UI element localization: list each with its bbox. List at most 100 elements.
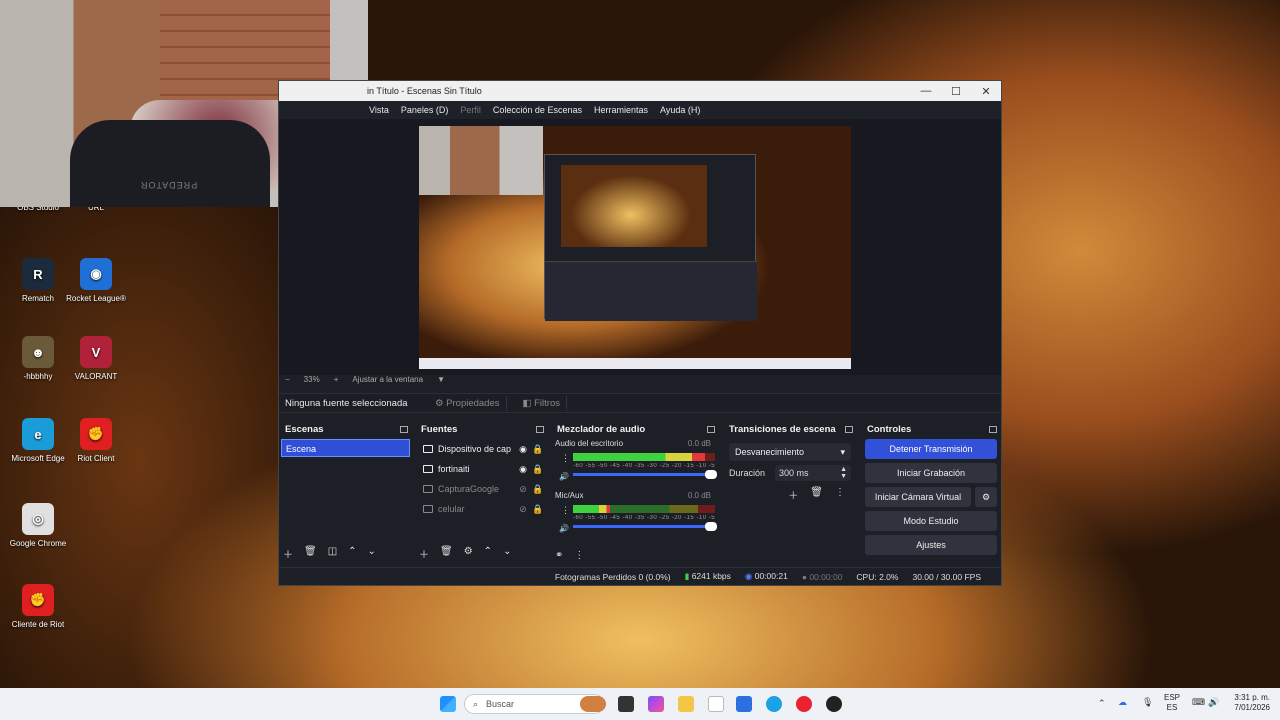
volume-slider[interactable] (573, 522, 717, 531)
undock-icon[interactable] (845, 425, 853, 433)
move-down-icon[interactable]: ⌄ (503, 546, 511, 561)
stop-stream-button[interactable]: Detener Transmisión (865, 439, 997, 459)
language-indicator[interactable]: ESP ES (1164, 693, 1180, 713)
delete-icon[interactable]: 🗑 (440, 546, 453, 561)
chevron-down-icon[interactable]: ▼ (437, 375, 445, 384)
cloud-icon[interactable]: ☁ (1118, 697, 1127, 708)
menu-item[interactable]: Paneles (D) (401, 105, 449, 115)
windows-start-icon[interactable] (440, 696, 456, 712)
stream-icon: ◉ (744, 571, 753, 581)
kebab-icon[interactable]: ⋮ (561, 505, 570, 516)
widget-icon[interactable] (580, 696, 606, 712)
menu-bar: Vista Paneles (D) Perfil Colección de Escen… (279, 101, 1001, 119)
volume-slider[interactable] (573, 470, 717, 479)
filter-icon[interactable]: ◫ (328, 546, 337, 561)
source-row[interactable]: fortinaiti ◉ 🔒 (417, 459, 546, 479)
start-recording-button[interactable]: Iniciar Grabación (865, 463, 997, 483)
undock-icon[interactable] (989, 425, 997, 433)
scene-item[interactable]: Escena (281, 439, 410, 457)
edge-icon[interactable] (766, 696, 782, 712)
lock-icon[interactable]: 🔒 (532, 444, 543, 455)
eye-icon[interactable]: ◉ (518, 444, 528, 455)
fit-window-select[interactable]: Ajustar a la ventana (352, 375, 423, 384)
move-up-icon[interactable]: ⌃ (348, 546, 356, 561)
gear-icon[interactable]: ⚙ (975, 487, 997, 507)
source-row[interactable]: celular ⊘ 🔒 (417, 499, 546, 519)
studio-mode-button[interactable]: Modo Estudio (865, 511, 997, 531)
eye-icon[interactable]: ◉ (518, 464, 528, 475)
add-icon[interactable]: ＋ (788, 487, 798, 502)
copilot-icon[interactable] (648, 696, 664, 712)
lock-icon[interactable]: 🔒 (532, 504, 543, 515)
spin-arrows-icon[interactable]: ▲ ▼ (840, 466, 847, 480)
volume-icon[interactable]: 🔊 (1208, 697, 1219, 708)
eye-off-icon[interactable]: ⊘ (518, 504, 528, 515)
menu-item[interactable]: Vista (369, 105, 389, 115)
move-up-icon[interactable]: ⌃ (484, 546, 492, 561)
move-down-icon[interactable]: ⌄ (368, 546, 376, 561)
zoom-out-button[interactable]: − (285, 375, 290, 384)
slider-knob[interactable] (705, 522, 717, 531)
meter-scale: -60 -55 -50 -45 -40 -35 -30 -25 -20 -15 … (573, 463, 715, 469)
file-explorer-icon[interactable] (678, 696, 694, 712)
add-icon[interactable]: ＋ (283, 546, 293, 561)
lock-icon[interactable]: 🔒 (532, 484, 543, 495)
duration-spinbox[interactable]: 300 ms ▲ ▼ (775, 465, 851, 481)
virtual-camera-button[interactable]: Iniciar Cámara Virtual (865, 487, 971, 507)
desktop-icon[interactable]: V VALORANT (58, 336, 134, 381)
kebab-icon[interactable]: ⋮ (835, 487, 845, 502)
speaker-icon[interactable]: 🔊 (559, 524, 569, 533)
transition-value: Desvanecimiento (735, 447, 805, 457)
maximize-button[interactable]: ☐ (941, 81, 971, 101)
add-icon[interactable]: ＋ (419, 546, 429, 561)
obs-taskbar-icon[interactable] (826, 696, 842, 712)
menu-item[interactable]: Colección de Escenas (493, 105, 582, 115)
source-row[interactable]: Dispositivo de cap ◉ 🔒 (417, 439, 546, 459)
kebab-icon[interactable]: ⋮ (561, 453, 570, 464)
menu-item[interactable]: Ayuda (H) (660, 105, 700, 115)
filters-button[interactable]: ◧ Filtros (517, 395, 567, 411)
lock-icon[interactable]: 🔒 (532, 464, 543, 475)
program-preview[interactable] (419, 126, 851, 369)
bitrate: 6241 kbps (691, 571, 731, 581)
delete-icon[interactable]: 🗑 (304, 546, 317, 561)
settings-button[interactable]: Ajustes (865, 535, 997, 555)
opera-icon[interactable] (796, 696, 812, 712)
eye-off-icon[interactable]: ⊘ (518, 484, 528, 495)
slider-knob[interactable] (705, 470, 717, 479)
gear-icon[interactable]: ⚙ (464, 546, 473, 561)
minimize-button[interactable]: — (911, 81, 941, 101)
transition-select[interactable]: Desvanecimiento ▾ (729, 443, 851, 461)
task-view-icon[interactable] (618, 696, 634, 712)
desktop-icon-label: VALORANT (74, 372, 118, 381)
channel-name: Audio del escritorio (555, 439, 624, 448)
properties-button[interactable]: ⚙ Propiedades (429, 395, 507, 411)
chevron-up-icon[interactable]: ⌃ (1098, 698, 1106, 709)
store-icon[interactable] (736, 696, 752, 712)
delete-icon[interactable]: 🗑 (810, 487, 823, 502)
mic-icon[interactable]: 🎙 (1142, 697, 1153, 708)
desktop-icon[interactable]: ✊ Cliente de Riot (0, 584, 76, 629)
chair-brand-text: PREDATOR (140, 180, 198, 190)
speaker-icon[interactable]: 🔊 (559, 472, 569, 481)
notepad-icon[interactable] (708, 696, 724, 712)
source-row[interactable]: CapturaGoogle ⊘ 🔒 (417, 479, 546, 499)
undock-icon[interactable] (536, 425, 544, 433)
zoom-in-button[interactable]: + (334, 375, 339, 384)
kebab-icon[interactable]: ⋮ (574, 550, 584, 561)
menu-item[interactable]: Herramientas (594, 105, 648, 115)
source-type-icon (423, 465, 433, 473)
source-toolbar: Ninguna fuente seleccionada ⚙ Propiedade… (279, 393, 1001, 413)
close-button[interactable]: ✕ (971, 81, 1001, 101)
status-bar: Fotogramas Perdidos 0 (0.0%) ▮ 6241 kbps… (279, 567, 1001, 585)
network-icon[interactable]: ⌨ (1192, 697, 1205, 708)
desktop-icon[interactable]: ◉ Rocket League® (58, 258, 134, 303)
undock-icon[interactable] (707, 425, 715, 433)
link-icon[interactable]: ⚭ (555, 550, 563, 561)
source-label: fortinaiti (438, 464, 470, 474)
menu-item[interactable]: Perfil (460, 105, 481, 115)
undock-icon[interactable] (400, 425, 408, 433)
desktop-icon[interactable]: ✊ Riot Client (58, 418, 134, 463)
clock[interactable]: 3:31 p. m. 7/01/2026 (1226, 693, 1270, 713)
desktop-icon[interactable]: ◎ Google Chrome (0, 503, 76, 548)
